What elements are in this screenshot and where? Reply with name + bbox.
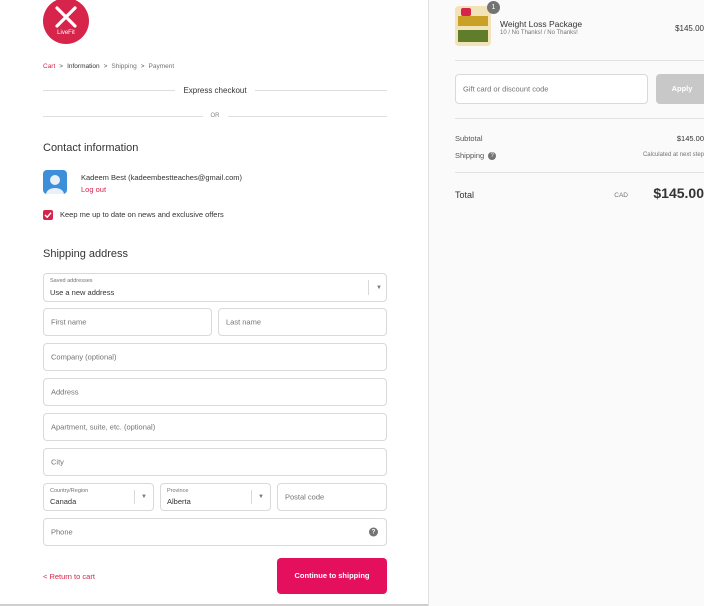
subtotal-label: Subtotal — [455, 134, 483, 143]
company-placeholder: Company (optional) — [51, 352, 117, 362]
summary-divider — [455, 118, 704, 119]
discount-code-input[interactable]: Gift card or discount code — [455, 74, 648, 104]
breadcrumb: Cart > Information > Shipping > Payment — [43, 63, 174, 70]
shipping-value: Calculated at next step — [642, 152, 704, 158]
quantity-badge: 1 — [487, 1, 500, 14]
continue-to-shipping-button[interactable]: Continue to shipping — [277, 558, 387, 594]
apartment-placeholder: Apartment, suite, etc. (optional) — [51, 422, 156, 432]
last-name-input[interactable]: Last name — [218, 308, 387, 336]
phone-placeholder: Phone — [51, 527, 73, 537]
divider-line — [43, 90, 176, 91]
saved-addresses-value: Use a new address — [50, 288, 115, 297]
user-name-email: Kadeem Best (kadeembestteaches@gmail.com… — [81, 173, 243, 182]
apply-button[interactable]: Apply — [656, 74, 704, 104]
logo-text: LiveFit — [57, 30, 75, 36]
product-thumbnail — [455, 6, 491, 46]
currency-code: CAD — [614, 192, 628, 199]
country-select[interactable]: Country/Region Canada ▼ — [43, 483, 154, 511]
shipping-address-title: Shipping address — [43, 248, 129, 260]
saved-addresses-select[interactable]: Saved addresses Use a new address ▼ — [43, 273, 387, 302]
help-icon[interactable]: ? — [488, 152, 497, 161]
chevron-down-icon: ▼ — [376, 284, 382, 291]
total-label: Total — [455, 190, 475, 200]
chevron-down-icon: ▼ — [258, 494, 264, 500]
company-input[interactable]: Company (optional) — [43, 343, 387, 371]
breadcrumb-separator: > — [140, 63, 145, 70]
postal-code-input[interactable]: Postal code — [277, 483, 387, 511]
help-icon[interactable]: ? — [369, 527, 378, 537]
divider-line — [254, 90, 388, 91]
select-separator — [134, 490, 135, 504]
product-name: Weight Loss Package — [500, 19, 583, 29]
first-name-input[interactable]: First name — [43, 308, 212, 336]
checkout-main-panel: LiveFit Cart > Information > Shipping > Paymen… — [0, 0, 428, 606]
product-price: $145.00 — [675, 24, 704, 33]
newsletter-label[interactable]: Keep me up to date on news and exclusive… — [60, 210, 224, 219]
province-value: Alberta — [167, 497, 191, 506]
shipping-label: Shipping — [455, 151, 485, 160]
summary-divider — [455, 60, 704, 61]
chevron-down-icon: ▼ — [141, 494, 147, 500]
city-input[interactable]: City — [43, 448, 387, 476]
product-variant: 10 / No Thanks! / No Thanks! — [500, 30, 578, 36]
product-image-detail — [458, 16, 488, 26]
first-name-placeholder: First name — [51, 317, 87, 327]
divider-line — [43, 115, 203, 117]
country-label: Country/Region — [50, 488, 89, 494]
postal-code-placeholder: Postal code — [285, 492, 325, 502]
shipping-label-row: Shipping? — [455, 151, 497, 161]
breadcrumb-separator: > — [103, 63, 108, 70]
product-image-detail — [458, 30, 488, 42]
city-placeholder: City — [51, 457, 64, 467]
subtotal-value: $145.00 — [676, 134, 704, 143]
divider-line — [227, 115, 387, 117]
fork-knife-icon — [55, 6, 77, 28]
or-divider: OR — [43, 113, 387, 119]
breadcrumb-separator: > — [59, 63, 64, 70]
saved-addresses-label: Saved addresses — [50, 278, 93, 284]
breadcrumb-shipping: Shipping — [111, 63, 137, 70]
user-avatar-icon — [43, 170, 67, 194]
express-checkout-header: Express checkout — [43, 86, 388, 95]
discount-code-placeholder: Gift card or discount code — [463, 84, 549, 94]
apartment-input[interactable]: Apartment, suite, etc. (optional) — [43, 413, 387, 441]
address-placeholder: Address — [51, 387, 79, 397]
return-to-cart-link[interactable]: < Return to cart — [43, 572, 95, 581]
phone-input[interactable]: Phone ? — [43, 518, 387, 546]
province-select[interactable]: Province Alberta ▼ — [160, 483, 271, 511]
breadcrumb-information: Information — [67, 63, 100, 70]
contact-information-title: Contact information — [43, 142, 139, 154]
express-checkout-label: Express checkout — [183, 86, 247, 95]
last-name-placeholder: Last name — [226, 317, 262, 327]
livefit-logo[interactable]: LiveFit — [43, 0, 89, 44]
total-value: $145.00 — [653, 185, 704, 201]
breadcrumb-payment: Payment — [148, 63, 175, 70]
select-separator — [368, 280, 369, 295]
select-separator — [251, 490, 252, 504]
breadcrumb-cart[interactable]: Cart — [43, 63, 55, 70]
order-summary-panel: 1 Weight Loss Package 10 / No Thanks! / … — [428, 0, 704, 606]
newsletter-checkbox[interactable] — [43, 210, 53, 220]
logout-link[interactable]: Log out — [81, 185, 106, 194]
province-label: Province — [167, 488, 189, 494]
product-image-detail — [461, 8, 471, 16]
checkmark-icon — [44, 212, 52, 219]
summary-divider — [455, 172, 704, 173]
address-input[interactable]: Address — [43, 378, 387, 406]
or-label: OR — [210, 113, 220, 119]
country-value: Canada — [50, 497, 77, 506]
